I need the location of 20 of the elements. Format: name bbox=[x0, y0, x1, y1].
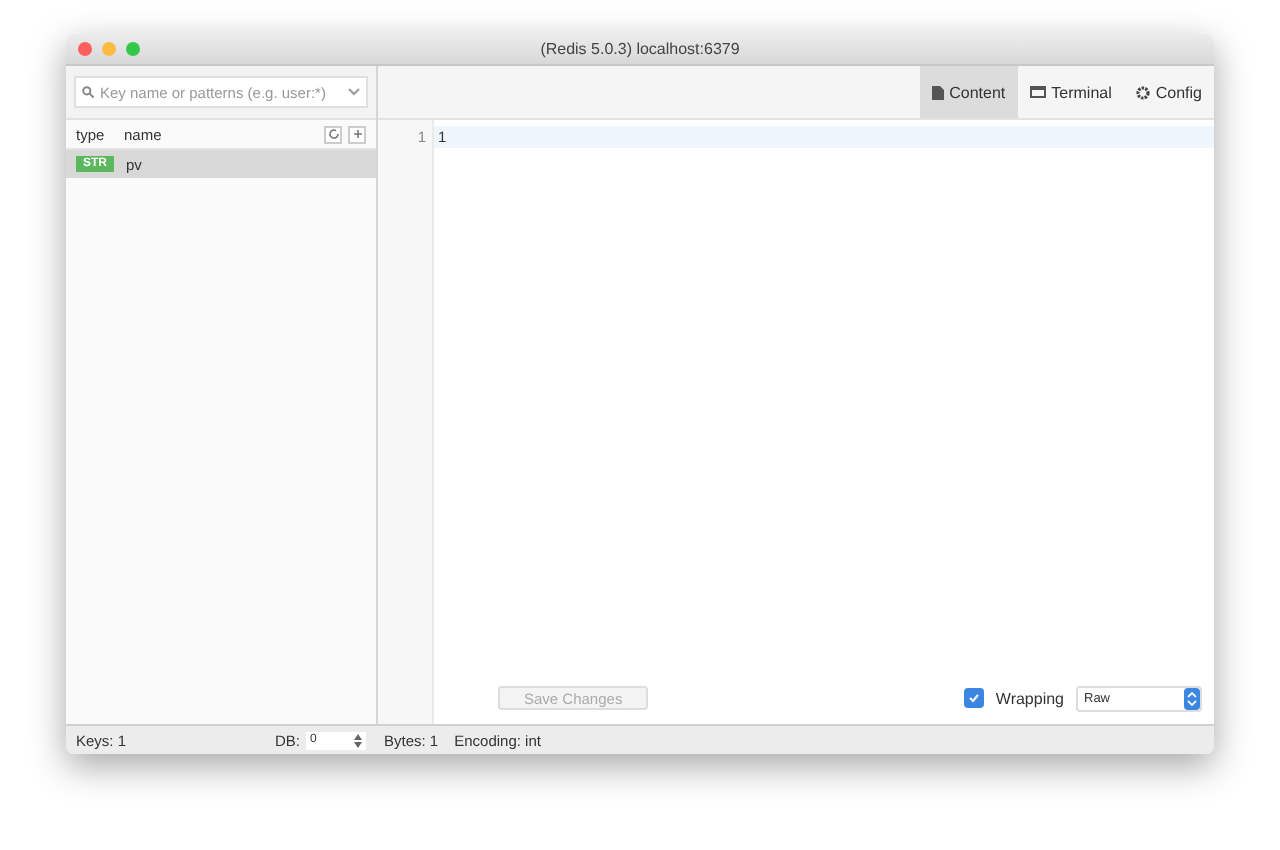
stepper-icon bbox=[354, 733, 362, 747]
chevron-down-icon[interactable] bbox=[348, 88, 360, 96]
zoom-button[interactable] bbox=[126, 42, 140, 56]
close-button[interactable] bbox=[78, 42, 92, 56]
stepper-icon bbox=[1184, 687, 1200, 709]
checkmark-icon bbox=[967, 692, 980, 704]
refresh-button[interactable] bbox=[324, 125, 342, 143]
add-button[interactable] bbox=[348, 125, 366, 143]
tab[interactable]: Content bbox=[919, 66, 1018, 118]
settings-icon bbox=[1135, 85, 1150, 99]
tab[interactable]: Terminal bbox=[1017, 66, 1124, 118]
window-icon bbox=[1029, 86, 1046, 98]
plus-icon bbox=[351, 128, 363, 140]
wrapping-checkbox[interactable] bbox=[963, 688, 984, 708]
wrapping-label: Wrapping bbox=[995, 689, 1064, 707]
tab[interactable]: Config bbox=[1123, 66, 1214, 118]
window-title: (Redis 5.0.3) localhost:6379 bbox=[540, 40, 740, 58]
refresh-icon bbox=[327, 128, 339, 140]
search-icon bbox=[82, 86, 94, 98]
file-icon bbox=[931, 85, 944, 99]
